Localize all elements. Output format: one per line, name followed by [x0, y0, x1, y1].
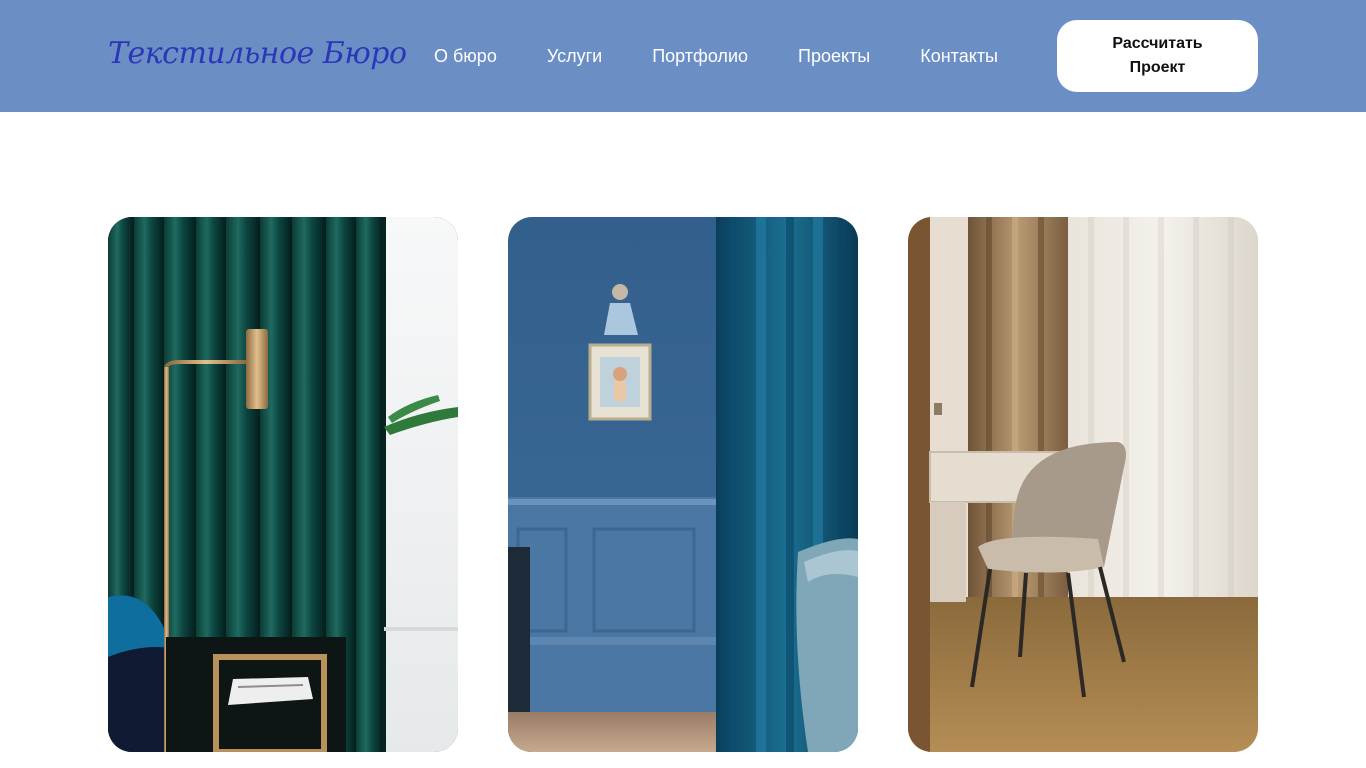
main-nav: О бюро Услуги Портфолио Проекты Контакты: [434, 44, 998, 68]
calculate-project-label: Рассчитать Проект: [1112, 35, 1203, 76]
nav-item-contacts[interactable]: Контакты: [920, 44, 998, 68]
nav-item-portfolio[interactable]: Портфолио: [652, 44, 748, 68]
calculate-project-button[interactable]: Рассчитать Проект: [1057, 20, 1258, 92]
gallery-image-blue-room[interactable]: [508, 217, 858, 752]
site-header: Текстильное Бюро О бюро Услуги Портфолио…: [0, 0, 1366, 112]
gallery-image-beige-room[interactable]: [908, 217, 1258, 752]
site-logo[interactable]: Текстильное Бюро: [108, 30, 407, 78]
nav-item-about[interactable]: О бюро: [434, 44, 497, 68]
nav-item-projects[interactable]: Проекты: [798, 44, 870, 68]
nav-item-services[interactable]: Услуги: [547, 44, 602, 68]
gallery-image-green-curtain[interactable]: [108, 217, 458, 752]
